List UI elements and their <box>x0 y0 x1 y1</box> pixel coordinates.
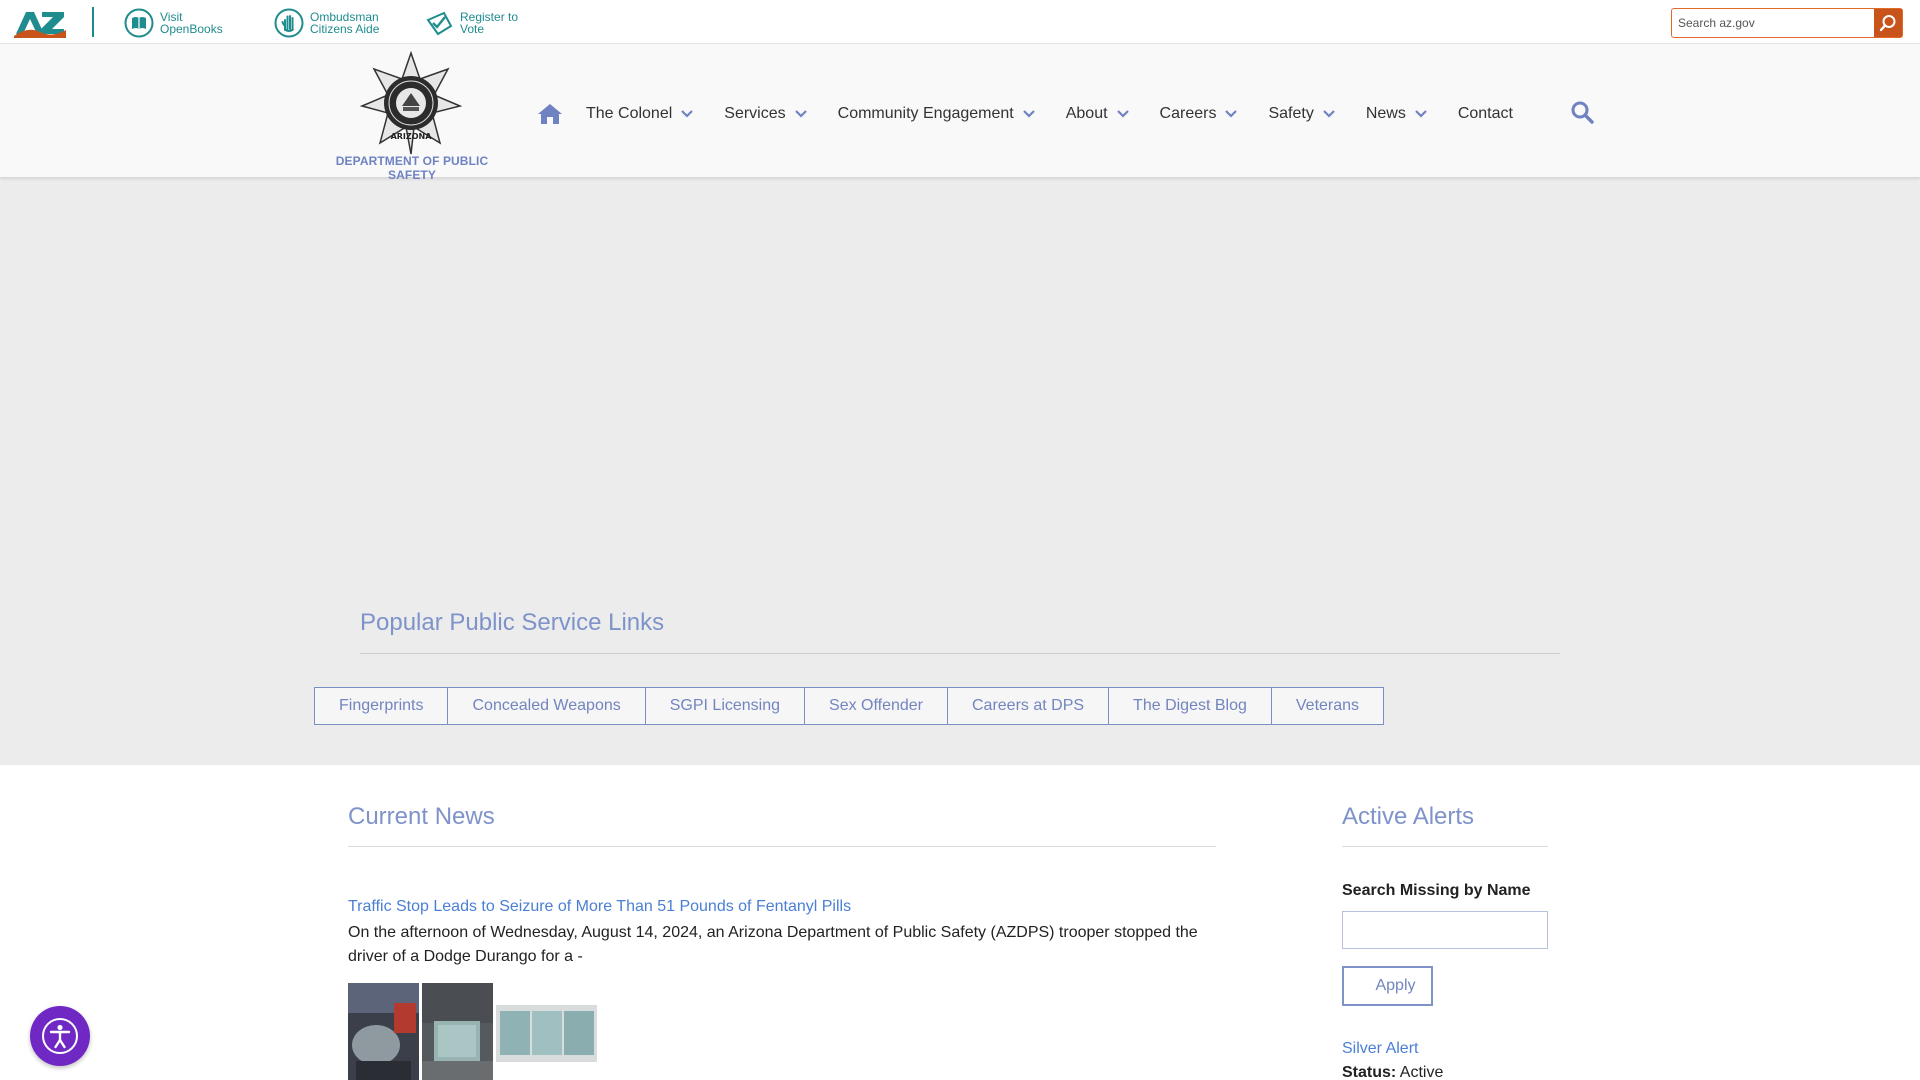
home-nav-button[interactable] <box>536 100 564 128</box>
nav-item-label: Safety <box>1268 105 1314 122</box>
chevron-down-icon <box>794 110 807 118</box>
az-link-line2: Vote <box>460 22 485 36</box>
nav-item-community-engagement[interactable]: Community Engagement <box>838 105 1035 123</box>
popular-link-digest-blog[interactable]: The Digest Blog <box>1108 687 1272 725</box>
az-divider <box>92 7 94 37</box>
main-nav: The Colonel Services Community Engagemen… <box>536 98 1544 130</box>
divider <box>360 653 1560 654</box>
chevron-down-icon <box>1116 110 1129 118</box>
nav-item-label: Services <box>724 105 786 122</box>
visit-openbooks-link[interactable]: Visit OpenBooks <box>124 8 223 38</box>
popular-links-title: Popular Public Service Links <box>360 609 665 636</box>
news-thumbnail[interactable] <box>496 1005 597 1062</box>
site-header: ARIZONA DEPARTMENT OF PUBLIC SAFETY The … <box>0 44 1920 182</box>
ombudsman-link[interactable]: Ombudsman Citizens Aide <box>274 8 379 38</box>
current-news-title: Current News <box>348 803 495 830</box>
az-logo[interactable] <box>14 8 66 38</box>
status-value: Active <box>1399 1064 1444 1080</box>
news-thumbnail[interactable] <box>422 983 493 1080</box>
news-thumbnail[interactable] <box>348 983 419 1080</box>
status-label: Status: <box>1342 1064 1397 1080</box>
book-icon <box>124 8 154 38</box>
vote-check-icon <box>424 8 454 38</box>
home-icon <box>538 104 562 124</box>
az-link-line2: OpenBooks <box>160 22 223 36</box>
popular-link-concealed-weapons[interactable]: Concealed Weapons <box>447 687 646 725</box>
agency-name: DEPARTMENT OF PUBLIC SAFETY <box>335 154 489 182</box>
popular-link-fingerprints[interactable]: Fingerprints <box>314 687 449 725</box>
az-search-box <box>1671 8 1903 38</box>
chevron-down-icon <box>681 110 694 118</box>
register-to-vote-link[interactable]: Register to Vote <box>424 8 518 38</box>
apply-button[interactable]: Apply <box>1342 966 1433 1006</box>
badge-text: ARIZONA <box>391 132 433 141</box>
silver-alert-link[interactable]: Silver Alert <box>1342 1040 1418 1058</box>
search-missing-label: Search Missing by Name <box>1342 882 1531 899</box>
chevron-down-icon <box>1225 110 1238 118</box>
news-summary: On the afternoon of Wednesday, August 14… <box>348 921 1218 969</box>
chevron-down-icon <box>1022 110 1035 118</box>
news-headline-link[interactable]: Traffic Stop Leads to Seizure of More Th… <box>348 898 851 916</box>
nav-item-safety[interactable]: Safety <box>1268 105 1335 123</box>
nav-item-careers[interactable]: Careers <box>1160 105 1238 123</box>
missing-name-input[interactable] <box>1342 911 1548 949</box>
nav-item-the-colonel[interactable]: The Colonel <box>586 105 694 123</box>
popular-links-list: Fingerprints Concealed Weapons SGPI Lice… <box>314 687 1385 725</box>
nav-item-label: Careers <box>1159 105 1217 122</box>
popular-link-sex-offender[interactable]: Sex Offender <box>804 687 948 725</box>
active-alerts-title: Active Alerts <box>1342 803 1475 830</box>
news-summary-line: driver of a Dodge Durango for a - <box>348 948 583 965</box>
news-image-gallery <box>348 983 597 1080</box>
az-search-input[interactable] <box>1678 14 1868 32</box>
accessibility-icon <box>42 1018 78 1054</box>
site-search-icon[interactable] <box>1570 100 1594 124</box>
popular-link-careers-at-dps[interactable]: Careers at DPS <box>947 687 1110 725</box>
nav-item-label: Community Engagement <box>837 105 1014 122</box>
nav-item-news[interactable]: News <box>1366 105 1427 123</box>
accessibility-widget-button[interactable] <box>30 1006 90 1066</box>
nav-item-contact[interactable]: Contact <box>1458 105 1513 123</box>
divider <box>348 846 1216 847</box>
hero-section: Popular Public Service Links Fingerprint… <box>0 177 1920 765</box>
nav-item-services[interactable]: Services <box>724 105 807 123</box>
nav-item-label: About <box>1065 105 1108 122</box>
search-icon <box>1879 15 1896 32</box>
dps-star-badge-logo[interactable]: ARIZONA <box>360 51 462 155</box>
az-search-button[interactable] <box>1874 9 1902 37</box>
chevron-down-icon <box>1415 110 1427 118</box>
popular-link-sgpi-licensing[interactable]: SGPI Licensing <box>644 687 806 725</box>
divider <box>1342 846 1548 847</box>
az-link-line2: Citizens Aide <box>310 22 380 36</box>
nav-item-label: News <box>1365 105 1406 122</box>
alert-status: Status: Active <box>1342 1064 1443 1080</box>
nav-item-label: Contact <box>1457 105 1513 122</box>
news-summary-line: On the afternoon of Wednesday, August 14… <box>348 924 1198 941</box>
chevron-down-icon <box>1323 110 1335 118</box>
nav-item-label: The Colonel <box>586 105 673 122</box>
popular-link-veterans[interactable]: Veterans <box>1270 687 1385 725</box>
nav-item-about[interactable]: About <box>1066 105 1129 123</box>
hand-icon <box>274 8 304 38</box>
az-utility-bar: Visit OpenBooks Ombudsman Citizens Aide Re… <box>0 0 1920 44</box>
